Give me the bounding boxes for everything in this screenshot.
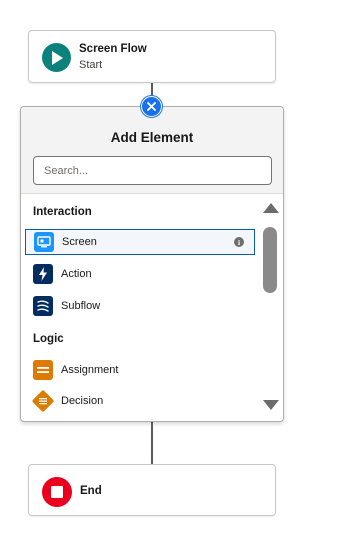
assignment-icon <box>33 360 53 380</box>
list-item-label: Decision <box>61 395 104 407</box>
end-node[interactable]: End <box>28 464 276 516</box>
info-icon[interactable]: i <box>234 237 244 247</box>
close-icon <box>147 102 156 111</box>
list-item-label: Assignment <box>61 364 119 376</box>
section-label-logic: Logic <box>33 333 64 345</box>
list-item-label: Subflow <box>61 300 101 312</box>
start-node[interactable]: Screen Flow Start <box>28 30 276 83</box>
section-label-interaction: Interaction <box>33 206 92 218</box>
list-item-label: Action <box>61 268 92 280</box>
lightning-icon <box>33 264 53 284</box>
panel-title: Add Element <box>110 130 194 145</box>
play-icon <box>42 43 71 72</box>
list-item-assignment[interactable]: Assignment <box>25 357 255 383</box>
subflow-icon <box>33 296 53 316</box>
panel-header: Add Element <box>21 107 283 194</box>
add-element-panel: Add Element Interaction Screen i Action <box>20 106 284 422</box>
start-node-subtitle: Start <box>79 59 103 71</box>
scroll-down-arrow-icon[interactable] <box>263 400 279 410</box>
search-input[interactable] <box>33 156 272 185</box>
end-node-title: End <box>80 485 102 497</box>
close-button[interactable] <box>141 96 162 117</box>
decision-icon <box>31 389 55 413</box>
connector-bottom <box>151 421 153 464</box>
list-item-label: Screen <box>62 236 97 248</box>
screen-icon <box>34 232 54 252</box>
list-item-action[interactable]: Action <box>25 261 255 287</box>
list-item-screen[interactable]: Screen i <box>25 229 255 255</box>
element-list: Interaction Screen i Action Subflow Logi… <box>21 195 257 421</box>
scrollbar[interactable] <box>258 195 283 421</box>
start-node-title: Screen Flow <box>79 43 147 55</box>
list-item-subflow[interactable]: Subflow <box>25 293 255 319</box>
scroll-thumb[interactable] <box>263 227 277 293</box>
stop-icon <box>42 477 72 507</box>
scroll-up-arrow-icon[interactable] <box>263 203 279 213</box>
list-item-decision[interactable]: Decision <box>25 388 255 414</box>
